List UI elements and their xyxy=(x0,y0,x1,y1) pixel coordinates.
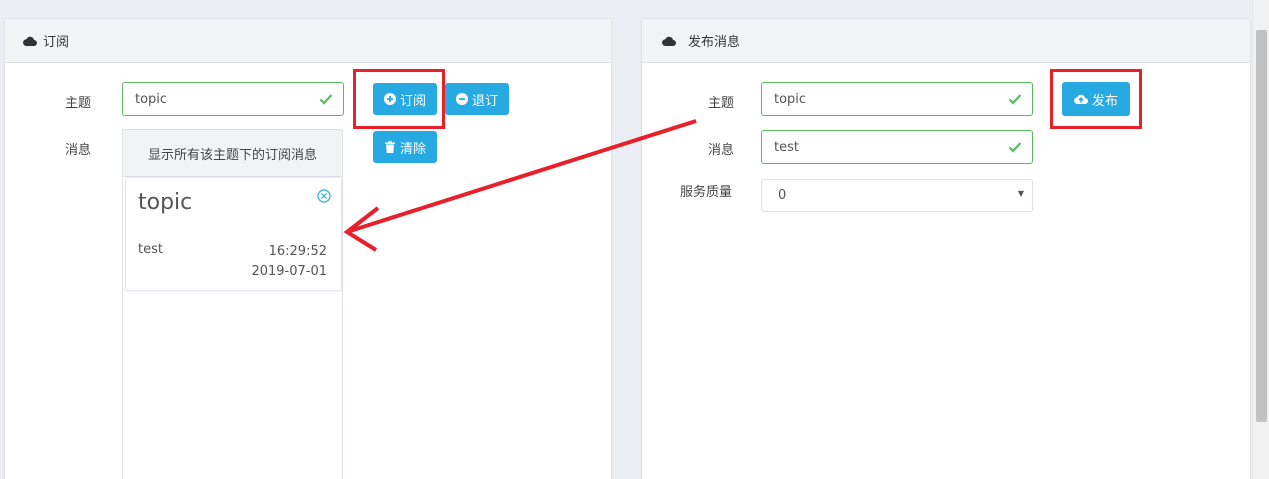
subscribe-topic-input[interactable]: topic xyxy=(122,82,344,116)
message-card: topic test 16:29:52 2019-07-01 xyxy=(125,177,342,291)
subscribe-topic-label: 主题 xyxy=(65,96,92,111)
clear-button[interactable]: 清除 xyxy=(373,131,437,163)
qos-label: 服务质量 xyxy=(680,185,733,200)
page-scrollbar[interactable] xyxy=(1252,0,1269,479)
subscribe-topic-value: topic xyxy=(135,91,168,107)
message-card-time: 16:29:52 xyxy=(268,244,327,259)
subscribe-panel-header: 订阅 xyxy=(5,19,611,63)
close-circle-icon[interactable] xyxy=(317,189,331,203)
publish-topic-label: 主题 xyxy=(708,96,735,111)
publish-topic-input[interactable]: topic xyxy=(761,82,1033,116)
publish-message-value: test xyxy=(774,139,799,155)
highlight-publish-box xyxy=(1050,69,1142,129)
message-card-content: test xyxy=(138,242,163,257)
publish-message-input[interactable]: test xyxy=(761,130,1033,164)
qos-value: 0 xyxy=(778,188,787,203)
publish-panel-title: 发布消息 xyxy=(688,35,741,50)
unsubscribe-button[interactable]: 退订 xyxy=(445,83,509,115)
check-icon xyxy=(1008,142,1022,153)
cloud-icon xyxy=(662,36,676,46)
trash-icon xyxy=(384,141,395,153)
message-list-header: 显示所有该主题下的订阅消息 xyxy=(123,130,342,177)
highlight-subscribe-box xyxy=(353,69,445,129)
subscribe-message-label: 消息 xyxy=(65,143,92,158)
message-card-topic: topic xyxy=(138,190,193,215)
publish-topic-value: topic xyxy=(774,91,807,107)
publish-panel: 发布消息 主题 topic 消息 test 服务质量 0 ▼ 发布 xyxy=(641,18,1251,479)
message-list: 显示所有该主题下的订阅消息 topic test 16:29:52 2019-0… xyxy=(122,129,343,479)
minus-circle-icon xyxy=(455,93,468,105)
publish-message-label: 消息 xyxy=(708,143,735,158)
cloud-icon xyxy=(23,36,37,46)
scrollbar-thumb[interactable] xyxy=(1256,30,1267,422)
message-card-date: 2019-07-01 xyxy=(251,264,327,279)
publish-panel-header: 发布消息 xyxy=(642,19,1250,63)
caret-down-icon: ▼ xyxy=(1017,189,1024,198)
unsubscribe-button-label: 退订 xyxy=(471,93,498,109)
clear-button-label: 清除 xyxy=(399,141,426,157)
qos-select[interactable]: 0 ▼ xyxy=(761,179,1033,212)
subscribe-panel-title: 订阅 xyxy=(43,35,70,50)
check-icon xyxy=(1008,94,1022,105)
check-icon xyxy=(319,94,333,105)
message-card-timestamp: 16:29:52 2019-07-01 xyxy=(251,242,327,282)
